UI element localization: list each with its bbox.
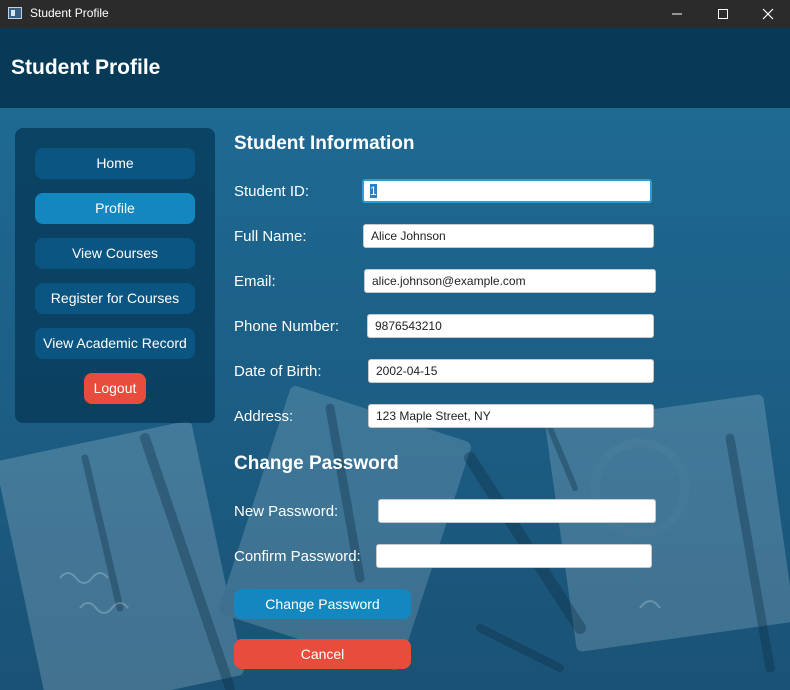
full-name-label: Full Name: xyxy=(234,228,307,245)
close-button[interactable] xyxy=(745,0,790,28)
minimize-icon xyxy=(672,13,682,15)
confirm-password-field[interactable] xyxy=(376,544,652,568)
logout-button[interactable]: Logout xyxy=(84,373,146,404)
phone-number-field[interactable]: 9876543210 xyxy=(367,314,654,338)
sidebar: Home Profile View Courses Register for C… xyxy=(15,128,215,423)
student-information-heading: Student Information xyxy=(234,133,415,154)
nav-view-courses-button[interactable]: View Courses xyxy=(35,238,195,269)
window-title: Student Profile xyxy=(30,6,109,20)
new-password-label: New Password: xyxy=(234,503,339,520)
new-password-field[interactable] xyxy=(378,499,656,523)
window-titlebar: Student Profile xyxy=(0,0,790,28)
cancel-button[interactable]: Cancel xyxy=(234,639,411,669)
nav-academic-record-button[interactable]: View Academic Record xyxy=(35,328,195,359)
app-header: Student Profile xyxy=(0,28,790,108)
maximize-icon xyxy=(718,9,728,19)
main-content: Home Profile View Courses Register for C… xyxy=(0,108,790,690)
student-id-label: Student ID: xyxy=(234,183,310,200)
student-id-value: 1 xyxy=(370,184,377,198)
page-title: Student Profile xyxy=(11,56,161,79)
minimize-button[interactable] xyxy=(654,0,700,28)
nav-register-courses-button[interactable]: Register for Courses xyxy=(35,283,195,314)
email-label: Email: xyxy=(234,273,276,290)
address-label: Address: xyxy=(234,408,294,425)
close-icon xyxy=(762,8,774,20)
date-of-birth-field[interactable]: 2002-04-15 xyxy=(368,359,654,383)
change-password-button[interactable]: Change Password xyxy=(234,589,411,619)
address-field[interactable]: 123 Maple Street, NY xyxy=(368,404,654,428)
nav-profile-button[interactable]: Profile xyxy=(35,193,195,224)
date-of-birth-label: Date of Birth: xyxy=(234,363,322,380)
nav-home-button[interactable]: Home xyxy=(35,148,195,179)
phone-number-label: Phone Number: xyxy=(234,318,340,335)
maximize-button[interactable] xyxy=(700,0,746,28)
app-window-icon xyxy=(8,7,22,19)
confirm-password-label: Confirm Password: xyxy=(234,548,361,565)
email-field[interactable]: alice.johnson@example.com xyxy=(364,269,656,293)
full-name-field[interactable]: Alice Johnson xyxy=(363,224,654,248)
change-password-heading: Change Password xyxy=(234,453,399,474)
student-id-field[interactable]: 1 xyxy=(362,179,652,203)
